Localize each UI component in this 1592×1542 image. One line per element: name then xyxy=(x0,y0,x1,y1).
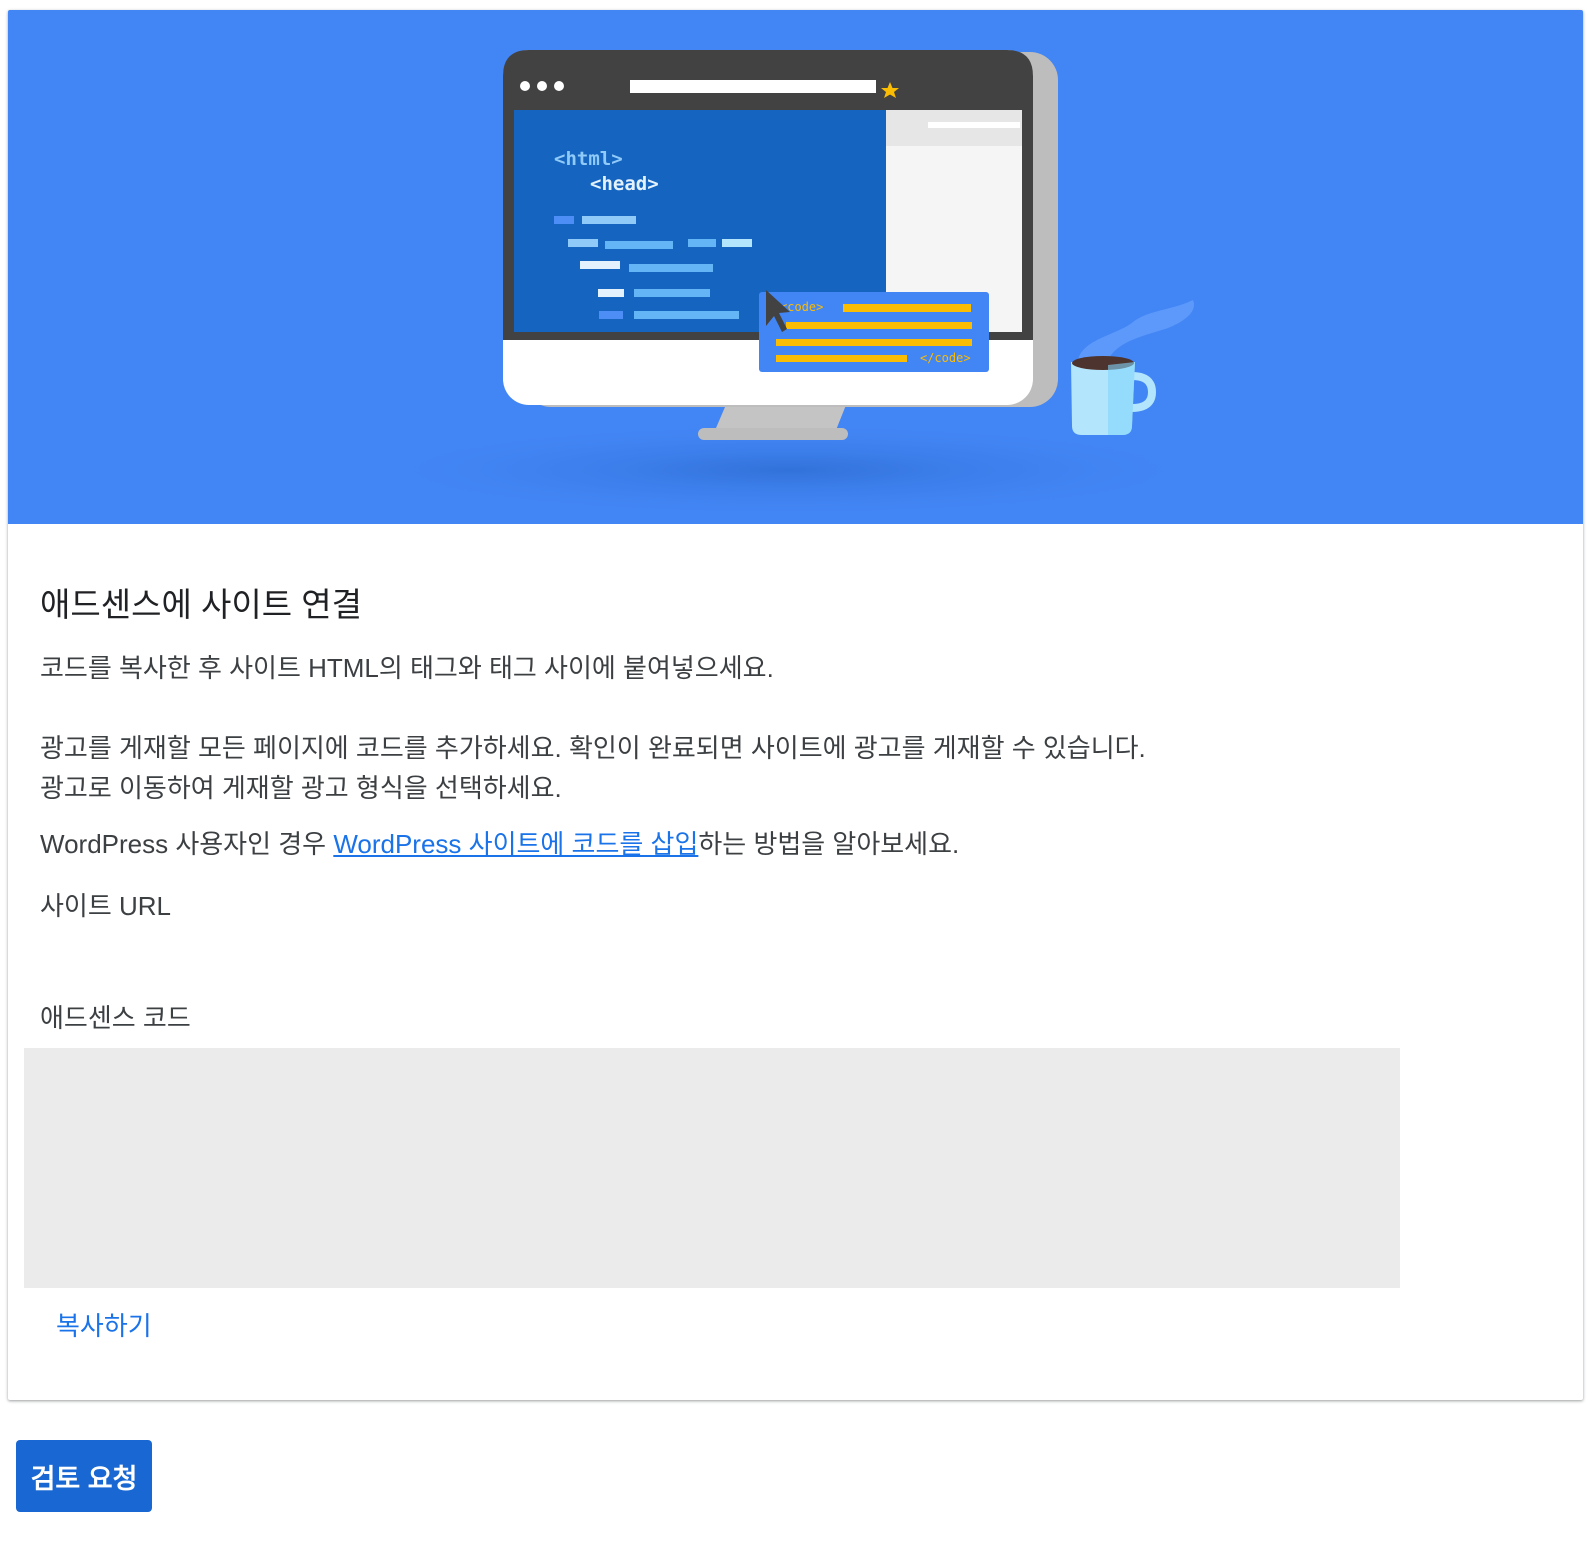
instruction-add-code-line2: 광고로 이동하여 게재할 광고 형식을 선택하세요. xyxy=(40,773,562,803)
copy-button[interactable]: 복사하기 xyxy=(44,1300,164,1349)
wordpress-help-link[interactable]: WordPress 사이트에 코드를 삽입 xyxy=(333,829,698,859)
connect-site-card: <html> <head> <code> </code> 애드센스에 사이트 연… xyxy=(8,10,1583,1400)
instruction-add-code: 광고를 게재할 모든 페이지에 코드를 추가하세요. 확인이 완료되면 사이트에… xyxy=(40,728,1146,808)
request-review-button[interactable]: 검토 요청 xyxy=(16,1440,152,1512)
adsense-code-label: 애드센스 코드 xyxy=(40,1003,191,1033)
wordpress-prefix: WordPress 사용자인 경우 xyxy=(40,829,334,859)
adsense-code-box[interactable] xyxy=(24,1048,1400,1288)
hero-banner: <html> <head> <code> </code> xyxy=(8,10,1583,524)
instruction-paste-code: 코드를 복사한 후 사이트 HTML의 태그와 태그 사이에 붙여넣으세요. xyxy=(40,653,774,683)
html-tag-text: <html> xyxy=(554,148,623,170)
instruction-add-code-line1: 광고를 게재할 모든 페이지에 코드를 추가하세요. 확인이 완료되면 사이트에… xyxy=(40,733,1146,763)
monitor-illustration: <html> <head> <code> </code> xyxy=(358,50,1218,518)
wordpress-suffix: 하는 방법을 알아보세요. xyxy=(698,829,960,859)
code-close-tag-text: </code> xyxy=(920,351,971,365)
site-url-label: 사이트 URL xyxy=(40,891,171,921)
head-tag-text: <head> xyxy=(590,173,659,195)
page-title: 애드센스에 사이트 연결 xyxy=(40,586,362,623)
wordpress-instruction: WordPress 사용자인 경우 WordPress 사이트에 코드를 삽입하… xyxy=(40,824,959,864)
